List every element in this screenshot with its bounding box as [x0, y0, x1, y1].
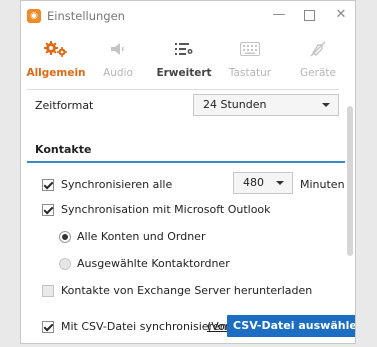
sync-all-label: Synchronisieren alle — [61, 178, 173, 191]
settings-tabs: Allgemein Audio Erweitert Tastatur Gerät… — [21, 31, 355, 89]
scrollbar[interactable] — [347, 106, 353, 256]
tab-erweitert[interactable]: Erweitert — [153, 31, 215, 89]
header-divider — [27, 89, 339, 90]
csv-sync-checkbox[interactable] — [42, 321, 54, 333]
sync-all-checkbox[interactable] — [42, 179, 54, 191]
gears-icon — [25, 40, 87, 58]
exchange-label: Kontakte von Exchange Server herunterlad… — [61, 284, 313, 297]
select-csv-button[interactable]: CSV-Datei auswählen — [227, 315, 355, 337]
speaker-icon — [87, 40, 149, 58]
device-disabled-icon — [287, 40, 349, 58]
tab-label: Audio — [103, 67, 133, 79]
section-underline — [27, 161, 345, 163]
chevron-down-icon — [322, 103, 330, 107]
settings-content: Zeitformat 24 Stunden Kontakte Synchroni… — [21, 89, 355, 343]
radio-all-accounts[interactable] — [59, 231, 71, 243]
sync-interval-select[interactable]: 480 — [233, 172, 293, 194]
radio-selected-folders-label: Ausgewählte Kontaktordner — [77, 257, 230, 270]
close-button[interactable]: ✕ — [329, 6, 353, 24]
maximize-icon — [303, 10, 315, 21]
app-rss-icon: ◉ — [27, 9, 41, 23]
sync-interval-value: 480 — [243, 176, 264, 189]
settings-window: ◉ Einstellungen — ✕ Allgemein Audio Erwe… — [20, 0, 356, 344]
tab-label: Erweitert — [156, 67, 212, 79]
section-title-contacts: Kontakte — [35, 143, 92, 156]
radio-all-accounts-label: Alle Konten und Ordner — [77, 230, 206, 243]
tab-label: Allgemein — [26, 67, 86, 79]
radio-selected-folders[interactable] — [59, 258, 71, 270]
keyboard-icon — [219, 40, 281, 58]
tab-audio[interactable]: Audio — [87, 31, 149, 89]
time-format-label: Zeitformat — [35, 99, 94, 112]
chevron-down-icon — [276, 181, 284, 185]
tab-label: Tastatur — [228, 67, 272, 79]
time-format-select[interactable]: 24 Stunden — [193, 94, 339, 116]
sync-outlook-checkbox[interactable] — [42, 204, 54, 216]
maximize-button[interactable] — [297, 6, 321, 24]
minimize-button[interactable]: — — [267, 6, 291, 24]
title-bar: ◉ Einstellungen — ✕ — [21, 1, 355, 31]
advanced-list-icon — [153, 40, 215, 58]
exchange-checkbox[interactable] — [42, 285, 54, 297]
sync-outlook-label: Synchronisation mit Microsoft Outlook — [61, 203, 271, 216]
tab-allgemein[interactable]: Allgemein — [25, 31, 87, 89]
window-title: Einstellungen — [47, 9, 125, 23]
sync-interval-unit: Minuten — [300, 178, 345, 191]
tab-tastatur[interactable]: Tastatur — [219, 31, 281, 89]
tab-label: Geräte — [300, 67, 336, 79]
tab-geraete[interactable]: Geräte — [287, 31, 349, 89]
csv-sync-label: Mit CSV-Datei synchronisieren — [61, 320, 227, 333]
time-format-value: 24 Stunden — [203, 98, 267, 111]
